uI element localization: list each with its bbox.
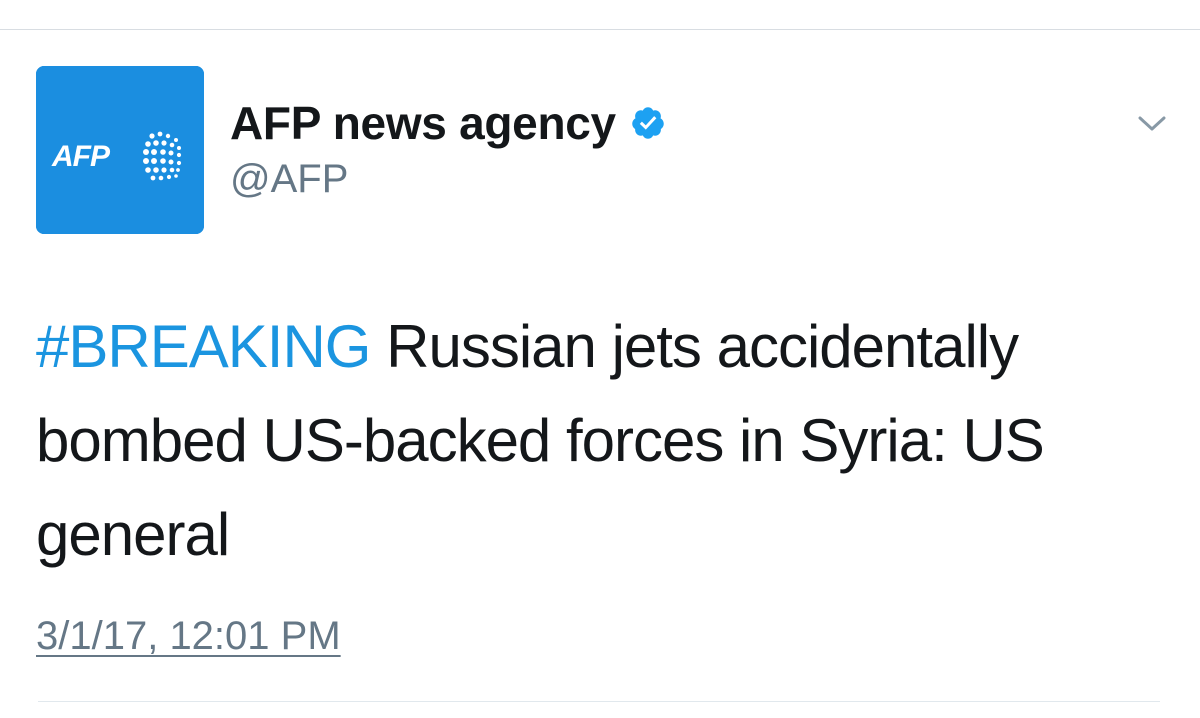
author-display-name[interactable]: AFP news agency xyxy=(230,94,616,152)
verified-badge-icon xyxy=(630,105,666,141)
author-handle[interactable]: @AFP xyxy=(230,154,666,204)
author-name-row: AFP news agency xyxy=(230,94,666,152)
avatar[interactable]: AFP xyxy=(36,66,204,234)
bottom-divider xyxy=(38,701,1160,702)
afp-logo: AFP xyxy=(36,66,204,234)
tweet-author[interactable]: AFP news agency @AFP xyxy=(230,94,666,204)
tweet-timestamp[interactable]: 3/1/17, 12:01 PM xyxy=(36,608,341,664)
tweet-text: #BREAKING Russian jets accidentally bomb… xyxy=(36,300,1166,582)
top-divider xyxy=(0,29,1200,30)
hashtag-link[interactable]: #BREAKING xyxy=(36,313,371,380)
svg-text:AFP: AFP xyxy=(51,140,111,173)
chevron-down-icon[interactable] xyxy=(1136,112,1168,136)
